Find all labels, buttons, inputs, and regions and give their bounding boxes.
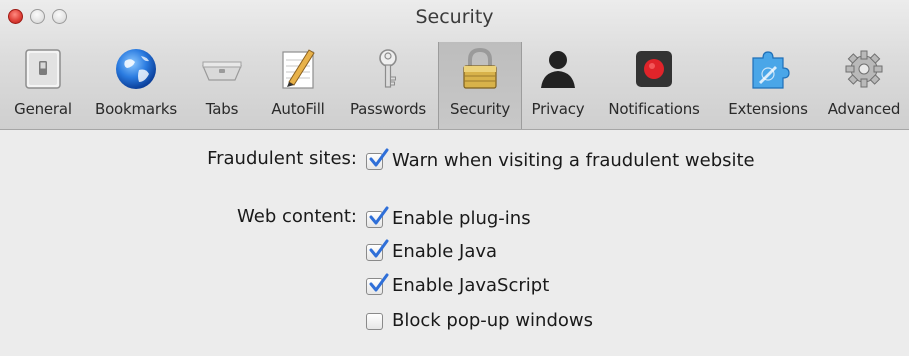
tab-label: Bookmarks [94,100,177,118]
globe-icon [113,46,159,92]
lock-icon [457,46,503,92]
tab-label: Security [450,100,510,118]
tab-passwords[interactable]: Passwords [340,42,436,129]
preferences-window: Security General Bookmarks Tabs AutoFill… [0,0,909,356]
tab-label: Privacy [531,100,585,118]
tab-label: Notifications [608,100,700,118]
enable-plugins-label: Enable plug-ins [392,208,531,229]
tab-notifications[interactable]: Notifications [598,42,710,129]
tab-privacy[interactable]: Privacy [523,42,593,129]
tab-label: Advanced [827,100,901,118]
checkmark-icon [369,239,389,258]
general-switch-icon [20,46,66,92]
web-content-label: Web content: [237,206,357,227]
key-icon [365,46,411,92]
tab-label: General [14,100,72,118]
window-title: Security [415,6,494,28]
extensions-puzzle-icon [745,46,791,92]
tab-advanced[interactable]: Advanced [820,42,908,129]
tab-label: AutoFill [271,100,325,118]
tab-tabs[interactable]: Tabs [194,42,250,129]
tab-autofill[interactable]: AutoFill [262,42,334,129]
checkmark-icon [369,206,389,225]
autofill-pencil-icon [275,46,321,92]
fraudulent-sites-label: Fraudulent sites: [207,148,357,169]
security-settings-pane: Fraudulent sites: Warn when visiting a f… [0,130,909,356]
tab-label: Passwords [349,100,427,118]
tab-label: Tabs [205,100,239,118]
block-popups-checkbox[interactable] [366,313,383,330]
enable-java-label: Enable Java [392,241,498,262]
tab-extensions[interactable]: Extensions [718,42,818,129]
warn-fraudulent-label: Warn when visiting a fraudulent website [392,150,755,171]
tab-bookmarks[interactable]: Bookmarks [86,42,186,129]
tab-label: Extensions [728,100,808,118]
person-silhouette-icon [535,46,581,92]
enable-javascript-label: Enable JavaScript [392,275,550,296]
toolbar: Security General Bookmarks Tabs AutoFill… [0,0,909,130]
block-popups-label: Block pop-up windows [392,310,593,331]
warn-fraudulent-checkbox[interactable] [366,148,389,170]
tabs-icon [199,46,245,92]
record-icon [631,46,677,92]
tab-general[interactable]: General [2,42,84,129]
checkmark-icon [369,148,389,167]
enable-plugins-checkbox[interactable] [366,206,389,228]
enable-java-checkbox[interactable] [366,239,389,261]
tab-security[interactable]: Security [438,42,522,129]
checkmark-icon [369,273,389,292]
gears-icon [841,46,887,92]
enable-javascript-checkbox[interactable] [366,273,389,295]
